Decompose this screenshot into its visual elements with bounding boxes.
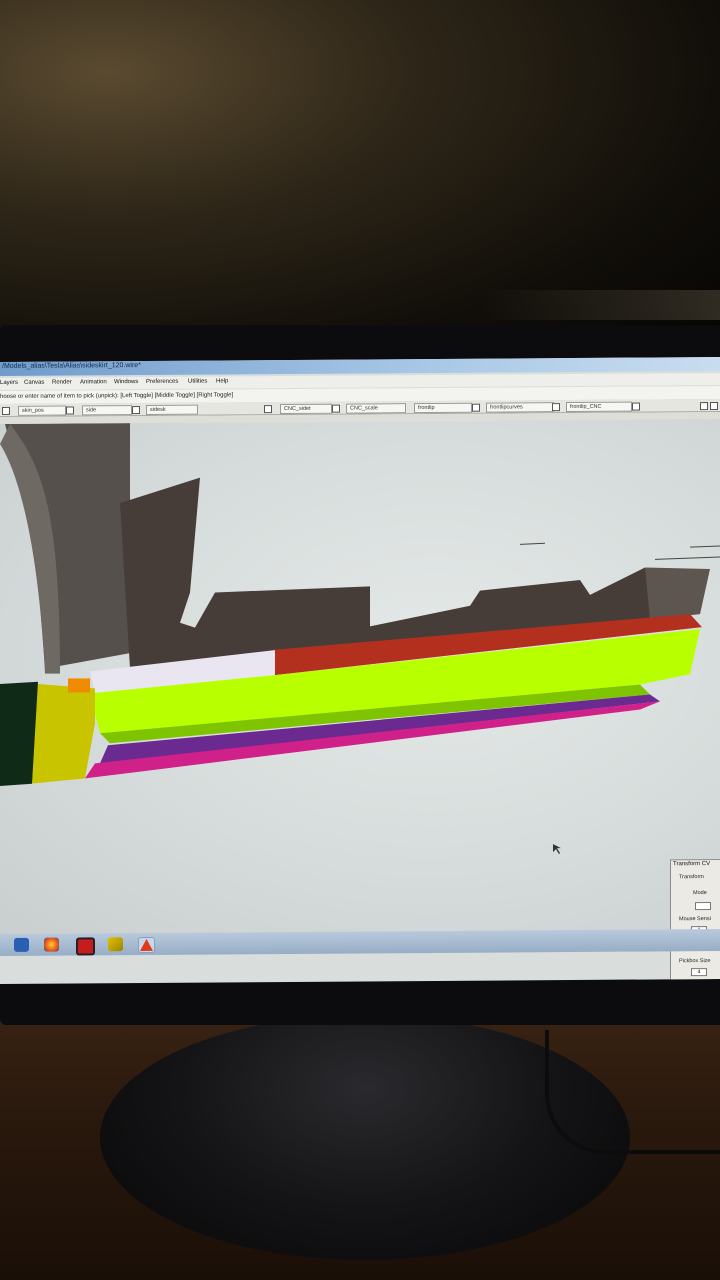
orange-marker — [68, 678, 90, 693]
yellow-front-block — [30, 683, 95, 784]
word-icon[interactable] — [14, 937, 29, 952]
panel-title: Transform CV — [673, 861, 711, 868]
shelf-checkbox[interactable] — [2, 406, 10, 415]
menu-canvas[interactable]: Canvas — [24, 380, 44, 386]
shelf-checkbox[interactable] — [700, 402, 708, 411]
mode-field[interactable] — [695, 902, 711, 911]
shelf-tab-skin-pos[interactable]: skin_pos — [18, 405, 66, 416]
shelf-checkbox[interactable] — [132, 406, 140, 415]
prompt-text: hoose or enter name of item to pick (unp… — [0, 392, 234, 400]
model-viewport[interactable]: Transform CV Transform Mode Mouse Sensi … — [0, 418, 720, 984]
guide-line — [654, 556, 720, 560]
windows-taskbar — [0, 928, 720, 956]
shelf-tab-side[interactable]: side — [82, 405, 132, 416]
menu-layers[interactable]: Layers — [0, 380, 18, 386]
shelf-checkbox[interactable] — [472, 403, 480, 412]
monitor-screen: /Models_alias\Tesla\Alias\sideskirt_120.… — [0, 356, 720, 984]
half-life-icon[interactable] — [76, 937, 95, 956]
sideskirt-model — [0, 423, 720, 855]
mode-label: Mode — [693, 890, 707, 897]
shelf-tab-sidesk[interactable]: sidesk — [146, 404, 198, 415]
pickbox-size-field[interactable]: 4 — [691, 968, 707, 977]
menu-render[interactable]: Render — [52, 379, 72, 385]
guide-line — [689, 545, 720, 548]
transform-cv-panel: Transform CV Transform Mode Mouse Sensi … — [670, 858, 720, 984]
mouse-sensitivity-label: Mouse Sensi — [679, 916, 711, 923]
alias-icon[interactable] — [138, 936, 155, 954]
mouse-cursor-icon — [553, 844, 561, 855]
shelf-tab-cnc-sidet[interactable]: CNC_sidet — [280, 403, 332, 415]
panel-group-label: Transform — [679, 874, 704, 881]
cable — [545, 1030, 720, 1154]
shelf-checkbox[interactable] — [552, 403, 560, 412]
shelf-checkbox[interactable] — [710, 401, 718, 411]
app-icon[interactable] — [108, 937, 123, 952]
menu-help[interactable]: Help — [216, 378, 228, 384]
menu-animation[interactable]: Animation — [80, 379, 107, 385]
shelf-checkbox[interactable] — [66, 406, 74, 415]
shelf-checkbox[interactable] — [264, 405, 272, 414]
shelf-tab-frontlipcurves[interactable]: frontlipcurves — [486, 402, 554, 413]
window-title: /Models_alias\Tesla\Alias\sideskirt_120.… — [2, 362, 141, 370]
menu-windows[interactable]: Windows — [114, 379, 138, 385]
guide-line — [519, 542, 546, 545]
shelf-tab-cnc-scale[interactable]: CNC_scale — [346, 403, 406, 414]
shelf-tab-frontlip[interactable]: frontlip — [414, 402, 472, 414]
firefox-icon[interactable] — [44, 937, 59, 952]
rear-cap — [645, 567, 710, 620]
shelf-checkbox[interactable] — [332, 404, 340, 413]
green-dark-block — [0, 681, 38, 786]
menu-utilities[interactable]: Utilities — [188, 379, 207, 385]
menu-preferences[interactable]: Preferences — [146, 379, 178, 385]
room-light — [480, 290, 720, 320]
shelf-checkbox[interactable] — [632, 402, 640, 411]
shelf-tab-frontlip-cnc[interactable]: frontlip_CNC — [566, 401, 632, 413]
pickbox-size-label: Pickbox Size — [679, 958, 711, 965]
